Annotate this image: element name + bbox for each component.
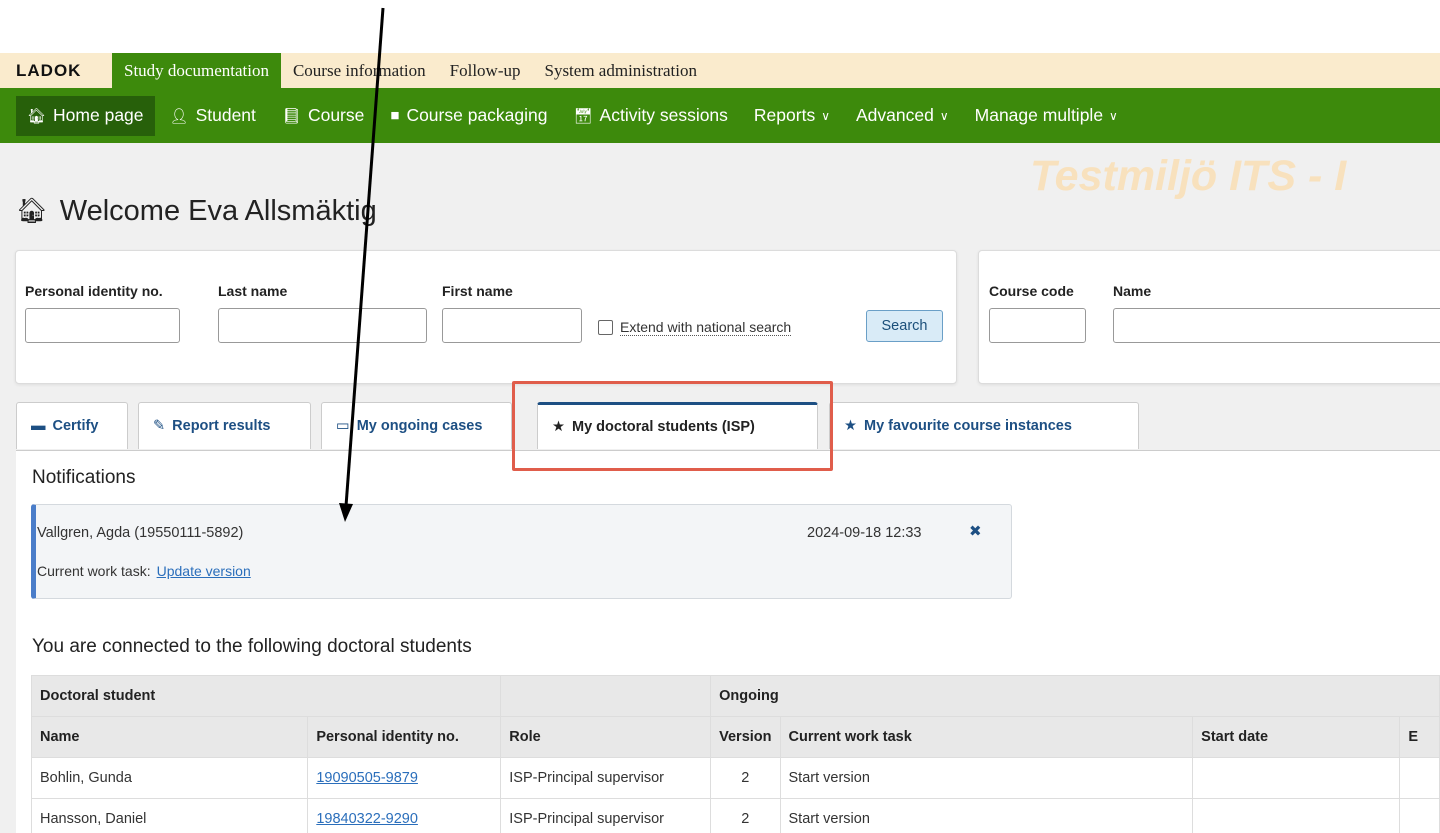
nav-course[interactable]: 📘︎ Course	[271, 96, 375, 136]
student-pin-link[interactable]: 19840322-9290	[316, 811, 418, 827]
col-end[interactable]: E	[1399, 716, 1440, 758]
student-name: Bohlin, Gunda	[30, 757, 309, 799]
checkbox-box[interactable]	[598, 320, 613, 335]
student-start-date	[1192, 798, 1401, 833]
tab-report-results[interactable]: ✎ Report results	[138, 402, 311, 449]
student-end	[1399, 798, 1440, 833]
last-name-label: Last name	[218, 283, 288, 299]
nav-course-packaging[interactable]: ■ Course packaging	[379, 96, 558, 136]
home-icon: 🏠︎	[16, 197, 48, 225]
student-pin-link[interactable]: 19090505-9879	[316, 770, 418, 786]
course-code-label: Course code	[989, 283, 1074, 299]
nav-home-page[interactable]: 🏠︎ Home page	[16, 95, 155, 136]
col-pin[interactable]: Personal identity no.	[307, 716, 502, 758]
notification-date: 2024-09-18 12:33	[807, 525, 922, 541]
page-title: 🏠︎ Welcome Eva Allsmäktig	[16, 195, 377, 227]
module-bar: LADOK Study documentation Course informa…	[0, 53, 1440, 88]
search-button[interactable]: Search	[866, 310, 943, 342]
user-icon: 👤︎	[169, 107, 189, 125]
environment-watermark: Testmiljö ITS - I	[1030, 152, 1347, 200]
highlight-box	[512, 381, 833, 471]
extend-national-search-checkbox[interactable]: Extend with national search	[598, 319, 792, 336]
student-pin: 19840322-9290	[307, 798, 502, 833]
col-name[interactable]: Name	[30, 716, 309, 758]
chevron-down-icon: ∨	[1109, 108, 1118, 123]
notifications-heading: Notifications	[32, 467, 136, 488]
course-code-input[interactable]	[989, 308, 1086, 343]
col-current-work-task[interactable]: Current work task	[779, 716, 1194, 758]
student-role: ISP-Principal supervisor	[500, 757, 712, 799]
module-tab-course-information[interactable]: Course information	[281, 53, 438, 88]
col-version[interactable]: Version	[710, 716, 781, 758]
first-name-label: First name	[442, 283, 513, 299]
notification-card	[31, 504, 1012, 599]
folder-icon: ■	[390, 107, 400, 124]
col-start-date[interactable]: Start date	[1192, 716, 1401, 758]
doctoral-students-table: Doctoral student Ongoing Name Personal i…	[30, 675, 1440, 833]
update-version-link[interactable]: Update version	[157, 563, 251, 579]
ladok-logo: LADOK	[16, 60, 82, 80]
tab-my-ongoing-cases[interactable]: ▭ My ongoing cases	[321, 402, 512, 449]
module-tab-system-administration[interactable]: System administration	[532, 53, 709, 88]
student-task: Start version	[779, 798, 1194, 833]
table-column-header: Name Personal identity no. Role Version …	[30, 716, 1440, 758]
pin-input[interactable]	[25, 308, 180, 343]
home-icon: 🏠︎	[27, 107, 47, 125]
student-end	[1399, 757, 1440, 799]
table-group-header: Doctoral student Ongoing	[30, 675, 1440, 717]
top-whitespace	[0, 0, 1440, 53]
archive-icon: ▬	[31, 418, 46, 434]
close-icon[interactable]: ✖	[969, 522, 982, 540]
pin-label: Personal identity no.	[25, 283, 163, 299]
nav-reports[interactable]: Reports ∨	[743, 96, 841, 136]
student-pin: 19090505-9879	[307, 757, 502, 799]
calendar-icon: 📅︎	[573, 107, 593, 125]
pencil-icon: ✎	[153, 418, 166, 434]
table-row: Hansson, Daniel 19840322-9290 ISP-Princi…	[30, 798, 1440, 833]
module-tab-study-documentation[interactable]: Study documentation	[112, 53, 281, 88]
group-ongoing: Ongoing	[710, 675, 1440, 717]
notification-task: Current work task: Update version	[37, 563, 251, 579]
extend-national-search-label: Extend with national search	[620, 319, 792, 336]
student-version: 2	[710, 757, 781, 799]
tab-my-favourite-course-instances[interactable]: ★ My favourite course instances	[829, 402, 1139, 449]
chevron-down-icon: ∨	[939, 108, 949, 123]
main-nav: 🏠︎ Home page 👤︎ Student 📘︎ Course ■ Course p…	[0, 88, 1440, 143]
student-version: 2	[710, 798, 781, 833]
nav-student[interactable]: 👤︎ Student	[159, 96, 267, 136]
nav-activity-sessions[interactable]: 📅︎ Activity sessions	[563, 96, 739, 136]
course-search-card: Course code Name	[978, 250, 1440, 384]
task-label: Current work task:	[37, 563, 151, 579]
group-doctoral-student: Doctoral student	[30, 675, 502, 717]
col-role[interactable]: Role	[500, 716, 712, 758]
course-name-input[interactable]	[1113, 308, 1440, 343]
student-search-card: Personal identity no. Last name First na…	[15, 250, 957, 384]
nav-manage-multiple[interactable]: Manage multiple ∨	[964, 96, 1129, 136]
book-icon: 📘︎	[281, 107, 301, 125]
student-name: Hansson, Daniel	[30, 798, 309, 833]
nav-advanced[interactable]: Advanced ∨	[845, 96, 960, 136]
last-name-input[interactable]	[218, 308, 427, 343]
first-name-input[interactable]	[442, 308, 582, 343]
group-empty	[500, 675, 712, 717]
connected-students-heading: You are connected to the following docto…	[32, 636, 472, 657]
table-row: Bohlin, Gunda 19090505-9879 ISP-Principa…	[30, 757, 1440, 799]
notification-student: Vallgren, Agda (19550111-5892)	[37, 525, 244, 541]
star-icon: ★	[844, 418, 857, 434]
tab-certify[interactable]: ▬ Certify	[16, 402, 128, 449]
module-tab-follow-up[interactable]: Follow-up	[438, 53, 533, 88]
chevron-down-icon: ∨	[821, 108, 830, 123]
student-role: ISP-Principal supervisor	[500, 798, 712, 833]
student-task: Start version	[779, 757, 1194, 799]
student-start-date	[1192, 757, 1401, 799]
inbox-icon: ▭	[336, 418, 350, 434]
course-name-label: Name	[1113, 283, 1152, 299]
